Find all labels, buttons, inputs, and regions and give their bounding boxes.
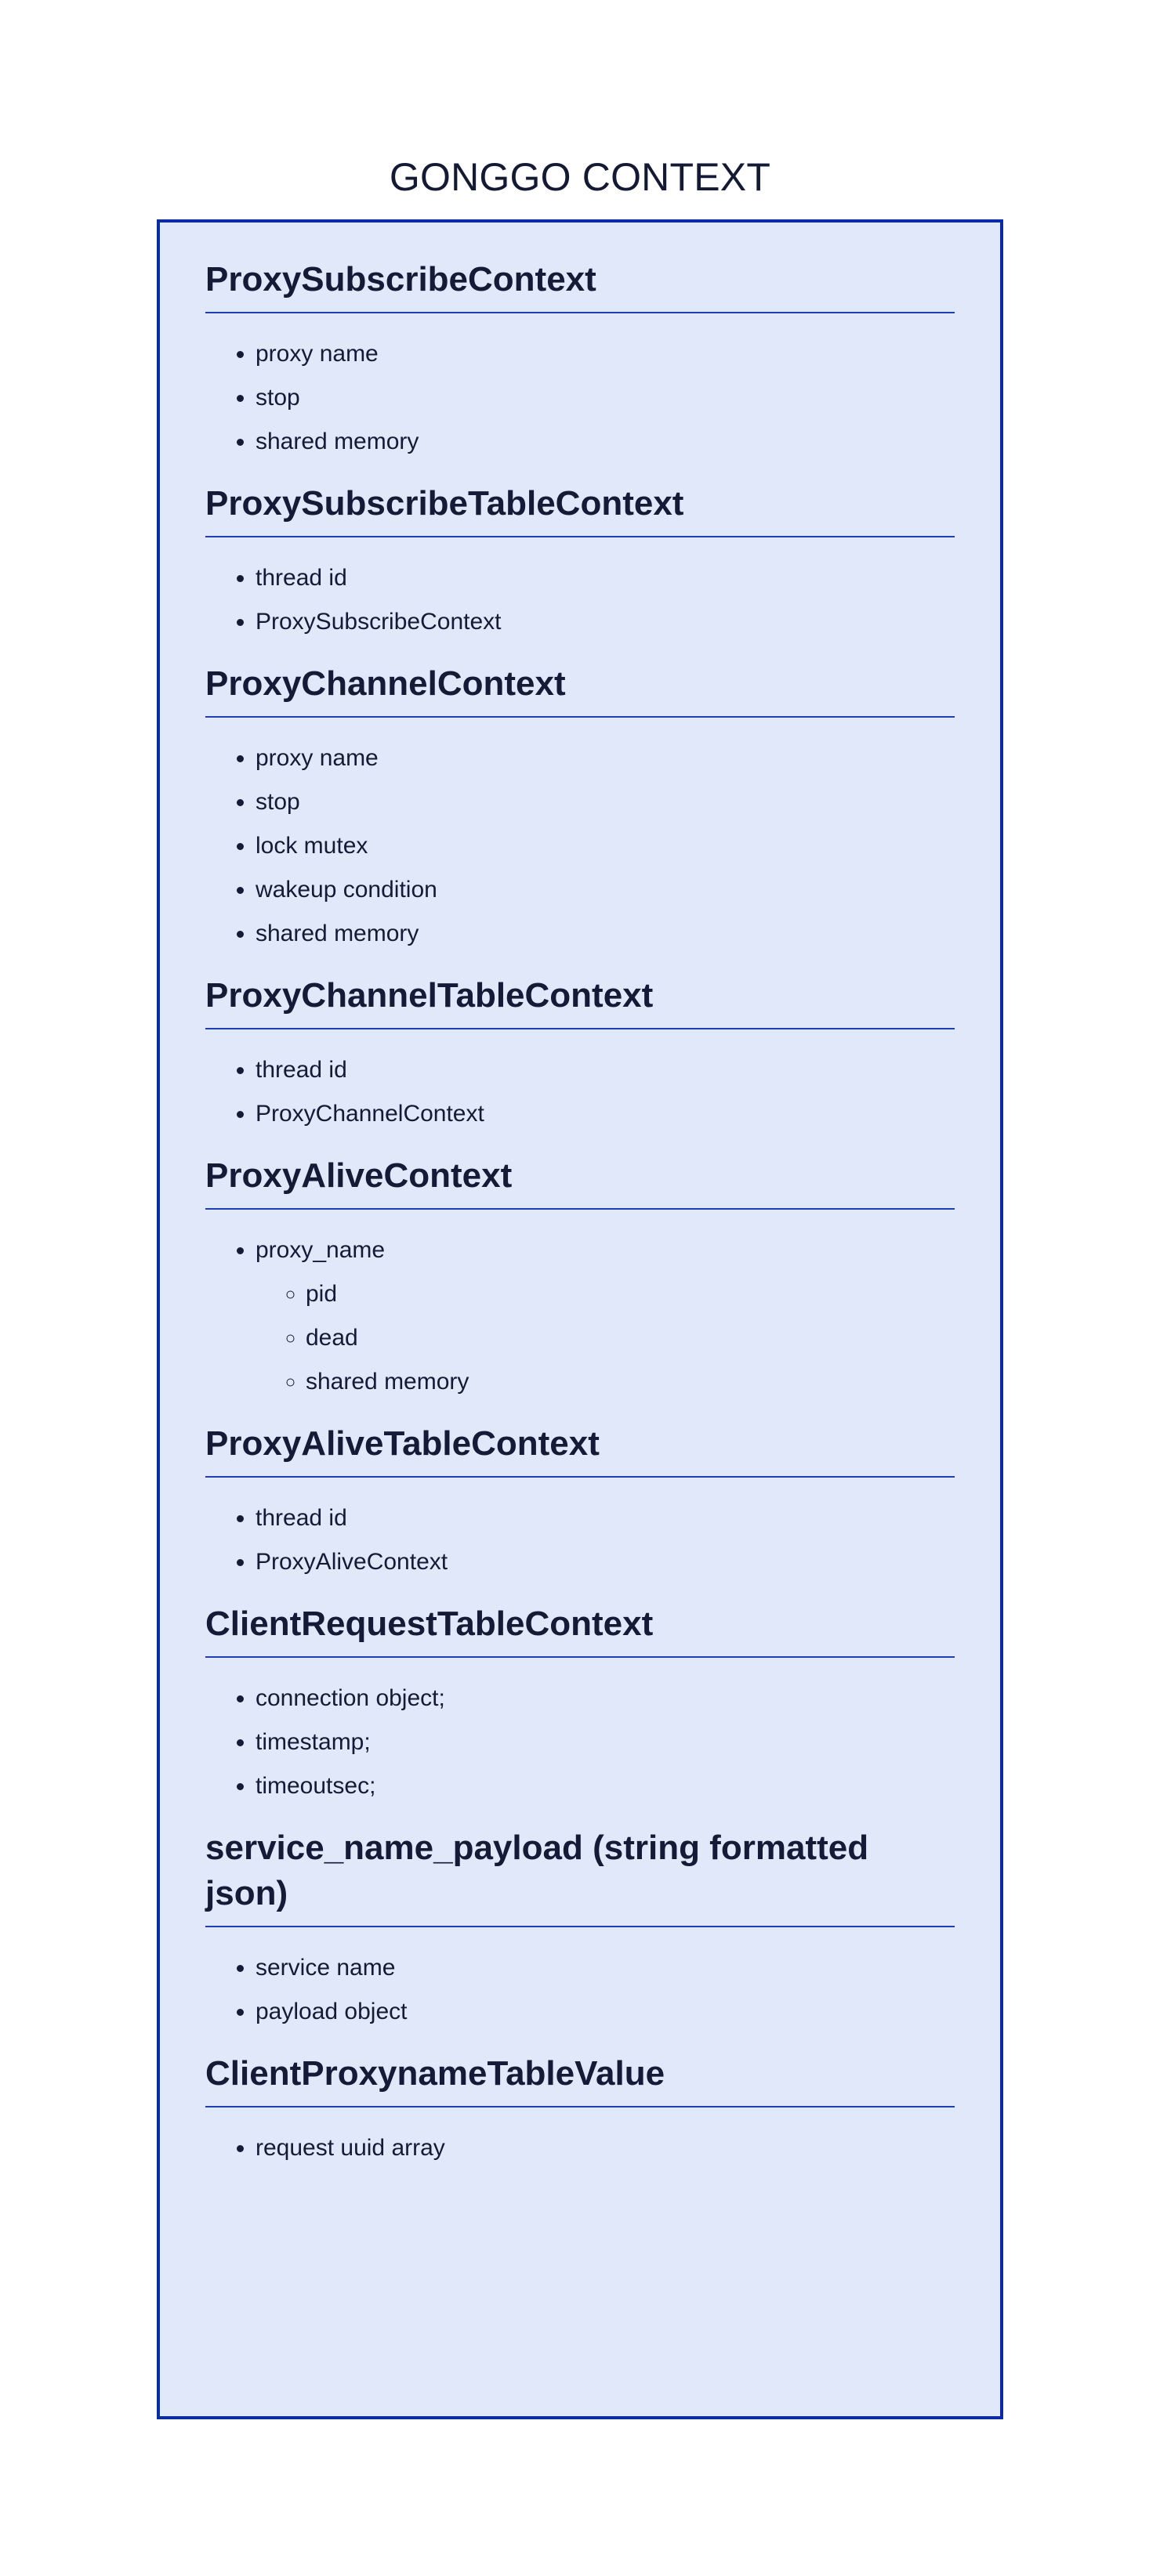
context-frame: ProxySubscribeContext proxy name stop sh… bbox=[157, 219, 1003, 2419]
list-item: proxy name bbox=[256, 736, 955, 780]
list-item: thread id bbox=[256, 556, 955, 600]
list-item: thread id bbox=[256, 1496, 955, 1540]
list-item: shared memory bbox=[256, 420, 955, 464]
section-client-request-table-context: ClientRequestTableContext connection obj… bbox=[205, 1601, 955, 1808]
section-heading: ProxySubscribeContext bbox=[205, 257, 955, 313]
section-proxy-channel-table-context: ProxyChannelTableContext thread id Proxy… bbox=[205, 973, 955, 1136]
section-heading: ProxySubscribeTableContext bbox=[205, 481, 955, 537]
list-item: thread id bbox=[256, 1048, 955, 1092]
list-item: wakeup condition bbox=[256, 868, 955, 912]
list-item: timeoutsec; bbox=[256, 1764, 955, 1808]
list-item: shared memory bbox=[256, 912, 955, 956]
list-item: payload object bbox=[256, 1990, 955, 2034]
section-list: thread id ProxyAliveContext bbox=[205, 1496, 955, 1584]
list-item: connection object; bbox=[256, 1677, 955, 1720]
list-item: proxy_name pid dead shared memory bbox=[256, 1228, 955, 1404]
list-item: request uuid array bbox=[256, 2126, 955, 2170]
list-item: stop bbox=[256, 376, 955, 420]
section-proxy-channel-context: ProxyChannelContext proxy name stop lock… bbox=[205, 661, 955, 956]
section-proxy-alive-table-context: ProxyAliveTableContext thread id ProxyAl… bbox=[205, 1421, 955, 1584]
list-item: service name bbox=[256, 1946, 955, 1990]
section-heading: ProxyChannelContext bbox=[205, 661, 955, 718]
list-item-label: proxy_name bbox=[256, 1237, 386, 1263]
section-heading: ProxyAliveContext bbox=[205, 1153, 955, 1210]
section-list: proxy_name pid dead shared memory bbox=[205, 1228, 955, 1404]
section-heading: service_name_payload (string formatted j… bbox=[205, 1825, 955, 1927]
section-list: thread id ProxySubscribeContext bbox=[205, 556, 955, 644]
section-proxy-subscribe-table-context: ProxySubscribeTableContext thread id Pro… bbox=[205, 481, 955, 644]
section-proxy-subscribe-context: ProxySubscribeContext proxy name stop sh… bbox=[205, 257, 955, 464]
section-list: proxy name stop lock mutex wakeup condit… bbox=[205, 736, 955, 956]
list-item: ProxySubscribeContext bbox=[256, 600, 955, 644]
section-heading: ClientProxynameTableValue bbox=[205, 2051, 955, 2107]
list-item: lock mutex bbox=[256, 824, 955, 868]
list-item: timestamp; bbox=[256, 1720, 955, 1764]
section-list: proxy name stop shared memory bbox=[205, 332, 955, 464]
list-item: ProxyChannelContext bbox=[256, 1092, 955, 1136]
section-list: service name payload object bbox=[205, 1946, 955, 2034]
section-heading: ProxyChannelTableContext bbox=[205, 973, 955, 1029]
list-item: ProxyAliveContext bbox=[256, 1540, 955, 1584]
section-client-proxyname-table-value: ClientProxynameTableValue request uuid a… bbox=[205, 2051, 955, 2170]
list-item: stop bbox=[256, 780, 955, 824]
section-proxy-alive-context: ProxyAliveContext proxy_name pid dead sh… bbox=[205, 1153, 955, 1404]
nested-list-item: pid bbox=[306, 1272, 955, 1316]
section-heading: ClientRequestTableContext bbox=[205, 1601, 955, 1658]
section-list: thread id ProxyChannelContext bbox=[205, 1048, 955, 1136]
nested-list-item: shared memory bbox=[306, 1360, 955, 1404]
nested-list: pid dead shared memory bbox=[256, 1272, 955, 1404]
list-item: proxy name bbox=[256, 332, 955, 376]
diagram-title: GONGGO CONTEXT bbox=[389, 155, 771, 199]
nested-list-item: dead bbox=[306, 1316, 955, 1360]
section-service-name-payload: service_name_payload (string formatted j… bbox=[205, 1825, 955, 2034]
section-list: request uuid array bbox=[205, 2126, 955, 2170]
section-list: connection object; timestamp; timeoutsec… bbox=[205, 1677, 955, 1808]
section-heading: ProxyAliveTableContext bbox=[205, 1421, 955, 1478]
